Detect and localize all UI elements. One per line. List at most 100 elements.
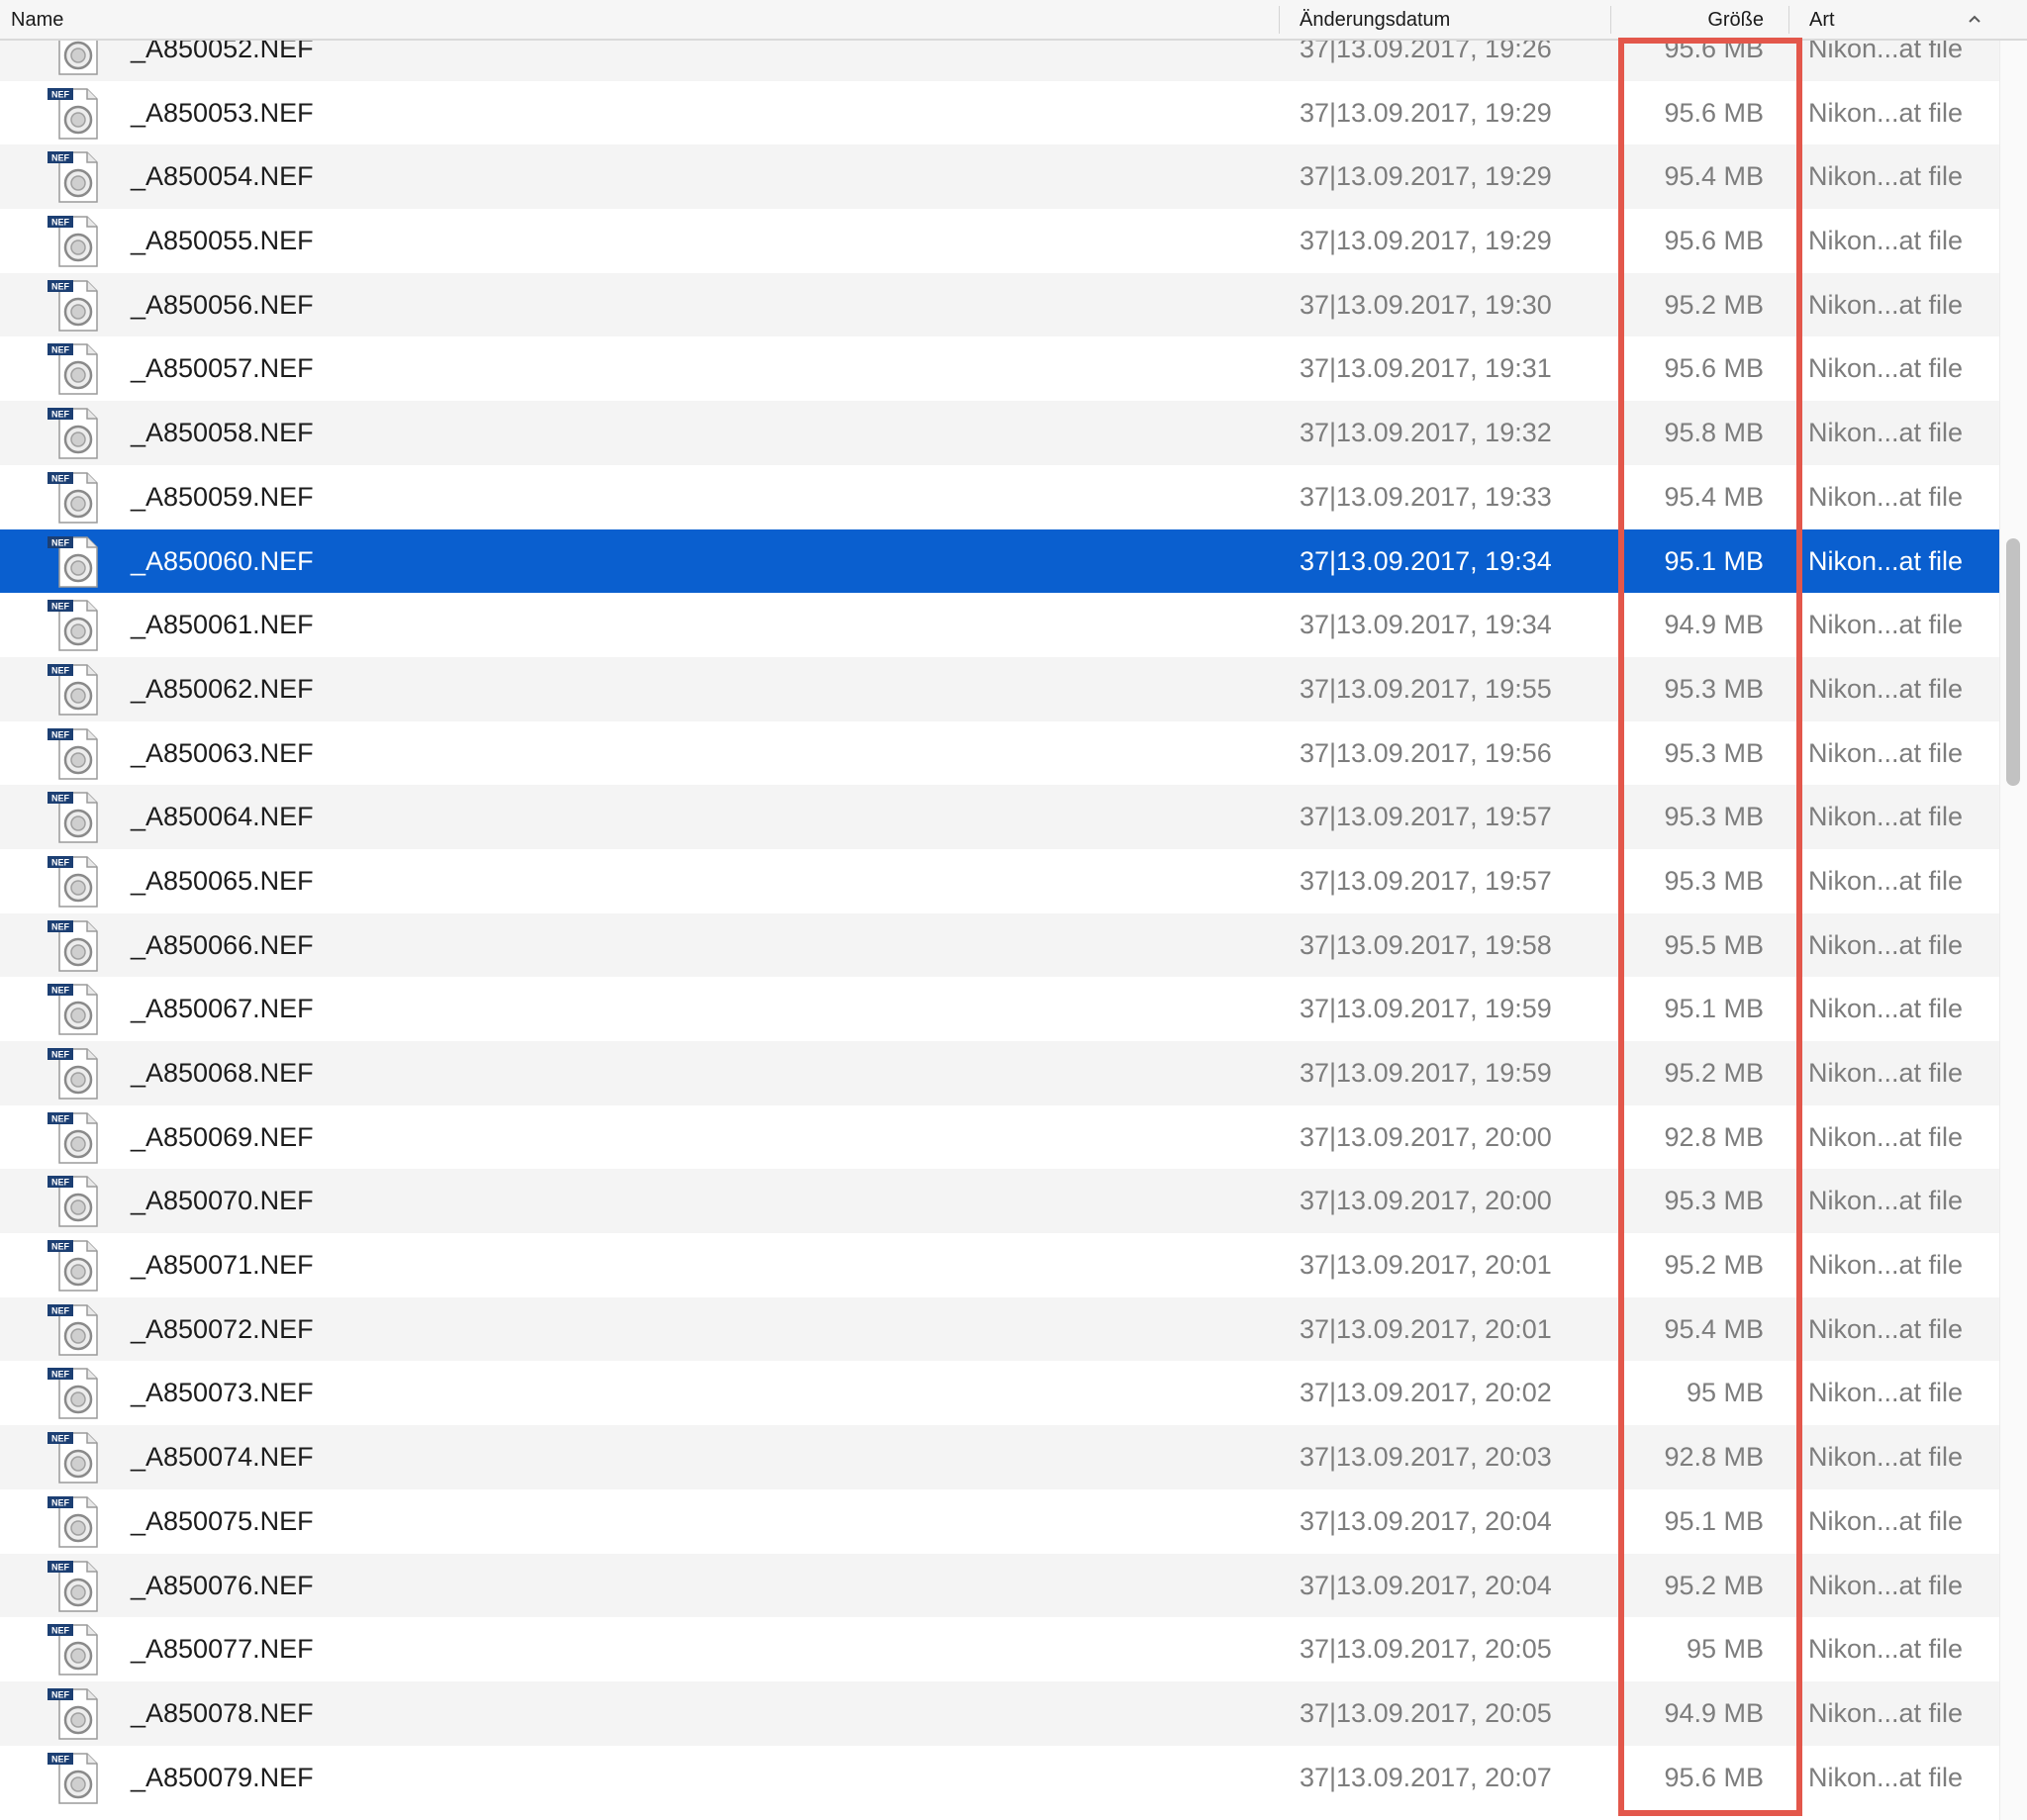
- file-row[interactable]: NEF _A850065.NEF 37|13.09.2017, 19:57 95.3 …: [0, 849, 1999, 913]
- file-row[interactable]: NEF _A850067.NEF 37|13.09.2017, 19:59 95.1 …: [0, 977, 1999, 1041]
- file-name: _A850069.NEF: [131, 1121, 314, 1152]
- file-row[interactable]: NEF _A850064.NEF 37|13.09.2017, 19:57 95.3 …: [0, 785, 1999, 849]
- file-kind: Nikon...at file: [1808, 1121, 1964, 1152]
- file-list[interactable]: NEF _A850052.NEF 37|13.09.2017, 19:26 95.6 …: [0, 41, 1999, 1820]
- nef-badge-text: NEF: [51, 1370, 70, 1380]
- file-date: 37|13.09.2017, 19:34: [1300, 545, 1552, 576]
- nef-file-icon: NEF: [58, 41, 98, 75]
- nef-badge-text: NEF: [51, 665, 70, 675]
- file-kind: Nikon...at file: [1808, 1570, 1964, 1600]
- file-date: 37|13.09.2017, 20:04: [1300, 1570, 1552, 1600]
- file-date: 37|13.09.2017, 20:01: [1300, 1250, 1552, 1281]
- file-row[interactable]: NEF _A850058.NEF 37|13.09.2017, 19:32 95.8 …: [0, 401, 1999, 465]
- nef-badge-text: NEF: [51, 857, 70, 867]
- file-row[interactable]: NEF _A850052.NEF 37|13.09.2017, 19:26 95.6 …: [0, 41, 1999, 81]
- scrollbar-thumb[interactable]: [2006, 538, 2020, 786]
- file-kind: Nikon...at file: [1808, 1058, 1964, 1088]
- file-row[interactable]: NEF _A850066.NEF 37|13.09.2017, 19:58 95.5 …: [0, 912, 1999, 978]
- file-row[interactable]: NEF _A850075.NEF 37|13.09.2017, 20:04 95.1 …: [0, 1489, 1999, 1554]
- file-row[interactable]: NEF _A850061.NEF 37|13.09.2017, 19:34 94.9 …: [0, 593, 1999, 657]
- file-row[interactable]: NEF _A850071.NEF 37|13.09.2017, 20:01 95.2 …: [0, 1233, 1999, 1297]
- file-row[interactable]: NEF _A850073.NEF 37|13.09.2017, 20:02 95 MB…: [0, 1361, 1999, 1425]
- file-row[interactable]: NEF _A850070.NEF 37|13.09.2017, 20:00 95.3 …: [0, 1169, 1999, 1234]
- nef-file-icon: NEF: [48, 1687, 98, 1740]
- file-row[interactable]: NEF _A850079.NEF 37|13.09.2017, 20:07 95.6 …: [0, 1746, 1999, 1810]
- file-row[interactable]: NEF _A850077.NEF 37|13.09.2017, 20:05 95 MB…: [0, 1617, 1999, 1681]
- file-row[interactable]: NEF _A850060.NEF 37|13.09.2017, 19:34 95.1 …: [0, 528, 1999, 594]
- file-name: _A850065.NEF: [131, 865, 314, 896]
- file-date: 37|13.09.2017, 19:34: [1300, 610, 1552, 640]
- file-row[interactable]: NEF _A850074.NEF 37|13.09.2017, 20:03 92.8 …: [0, 1425, 1999, 1489]
- column-divider[interactable]: [1788, 6, 1789, 34]
- nef-badge-text: NEF: [51, 602, 70, 612]
- column-divider[interactable]: [1610, 6, 1611, 34]
- file-size: 95.8 MB: [1664, 418, 1764, 448]
- file-kind: Nikon...at file: [1808, 673, 1964, 704]
- nef-badge-text: NEF: [51, 1434, 70, 1444]
- file-size: 92.8 MB: [1664, 1442, 1764, 1473]
- file-name: _A850056.NEF: [131, 289, 314, 320]
- file-kind: Nikon...at file: [1808, 737, 1964, 768]
- file-row[interactable]: NEF _A850054.NEF 37|13.09.2017, 19:29 95.4 …: [0, 144, 1999, 210]
- file-row[interactable]: NEF _A850063.NEF 37|13.09.2017, 19:56 95.3 …: [0, 721, 1999, 786]
- nef-badge-text: NEF: [51, 1689, 70, 1699]
- nef-badge-text: NEF: [51, 1242, 70, 1252]
- column-header-date[interactable]: Änderungsdatum: [1300, 0, 1450, 39]
- file-name: _A850053.NEF: [131, 97, 314, 128]
- file-size: 95.2 MB: [1664, 1058, 1764, 1088]
- file-size: 95.2 MB: [1664, 289, 1764, 320]
- nef-badge-text: NEF: [51, 921, 70, 931]
- file-name: _A850078.NEF: [131, 1697, 314, 1728]
- file-name: _A850063.NEF: [131, 737, 314, 768]
- file-row[interactable]: NEF _A850055.NEF 37|13.09.2017, 19:29 95.6 …: [0, 209, 1999, 273]
- file-name: _A850064.NEF: [131, 802, 314, 832]
- file-name: _A850052.NEF: [131, 41, 314, 63]
- file-row[interactable]: NEF _A850072.NEF 37|13.09.2017, 20:01 95.4 …: [0, 1296, 1999, 1362]
- vertical-scrollbar[interactable]: [1999, 41, 2027, 1820]
- file-row[interactable]: NEF _A850057.NEF 37|13.09.2017, 19:31 95.6 …: [0, 336, 1999, 401]
- nef-file-icon: NEF: [48, 408, 98, 459]
- nef-badge-text: NEF: [51, 1113, 70, 1123]
- nef-file-icon: NEF: [48, 1432, 98, 1484]
- file-kind: Nikon...at file: [1808, 1186, 1964, 1216]
- file-date: 37|13.09.2017, 19:31: [1300, 353, 1552, 384]
- nef-file-icon: NEF: [48, 151, 98, 204]
- nef-file-icon: NEF: [48, 343, 98, 396]
- nef-file-icon: NEF: [48, 1752, 98, 1804]
- file-row[interactable]: NEF _A850068.NEF 37|13.09.2017, 19:59 95.2 …: [0, 1041, 1999, 1105]
- nef-badge-text: NEF: [51, 1497, 70, 1507]
- file-row[interactable]: NEF _A850062.NEF 37|13.09.2017, 19:55 95.3 …: [0, 656, 1999, 721]
- column-divider[interactable]: [1279, 6, 1280, 34]
- file-date: 37|13.09.2017, 20:01: [1300, 1313, 1552, 1344]
- file-size: 92.8 MB: [1664, 1121, 1764, 1152]
- file-size: 95.6 MB: [1664, 1762, 1764, 1792]
- file-name: _A850076.NEF: [131, 1570, 314, 1600]
- file-row[interactable]: NEF _A850059.NEF 37|13.09.2017, 19:33 95.4 …: [0, 465, 1999, 529]
- file-name: _A850060.NEF: [131, 545, 314, 576]
- nef-file-icon: NEF: [48, 1624, 98, 1676]
- nef-file-icon: NEF: [48, 1303, 98, 1356]
- file-row[interactable]: NEF _A850053.NEF 37|13.09.2017, 19:29 95.6 …: [0, 81, 1999, 145]
- file-size: 95.3 MB: [1664, 737, 1764, 768]
- file-date: 37|13.09.2017, 19:57: [1300, 802, 1552, 832]
- file-kind: Nikon...at file: [1808, 481, 1964, 512]
- file-date: 37|13.09.2017, 20:04: [1300, 1505, 1552, 1536]
- file-date: 37|13.09.2017, 19:32: [1300, 418, 1552, 448]
- file-date: 37|13.09.2017, 19:29: [1300, 226, 1552, 256]
- file-row[interactable]: NEF _A850069.NEF 37|13.09.2017, 20:00 92.8 …: [0, 1105, 1999, 1170]
- column-header-kind[interactable]: Art: [1809, 0, 1835, 39]
- sort-ascending-chevron-icon[interactable]: [1966, 11, 1983, 29]
- nef-badge-text: NEF: [51, 794, 70, 804]
- file-date: 37|13.09.2017, 20:05: [1300, 1697, 1552, 1728]
- file-size: 95.3 MB: [1664, 673, 1764, 704]
- file-row[interactable]: NEF _A850056.NEF 37|13.09.2017, 19:30 95.2 …: [0, 272, 1999, 337]
- file-row[interactable]: NEF _A850078.NEF 37|13.09.2017, 20:05 94.9 …: [0, 1680, 1999, 1746]
- file-name: _A850077.NEF: [131, 1634, 314, 1665]
- file-size: 95.1 MB: [1664, 994, 1764, 1024]
- file-name: _A850055.NEF: [131, 226, 314, 256]
- column-header-size[interactable]: Größe: [1623, 0, 1764, 39]
- file-date: 37|13.09.2017, 20:00: [1300, 1186, 1552, 1216]
- file-kind: Nikon...at file: [1808, 802, 1964, 832]
- file-row[interactable]: NEF _A850076.NEF 37|13.09.2017, 20:04 95.2 …: [0, 1553, 1999, 1618]
- column-header-name[interactable]: Name: [11, 0, 63, 39]
